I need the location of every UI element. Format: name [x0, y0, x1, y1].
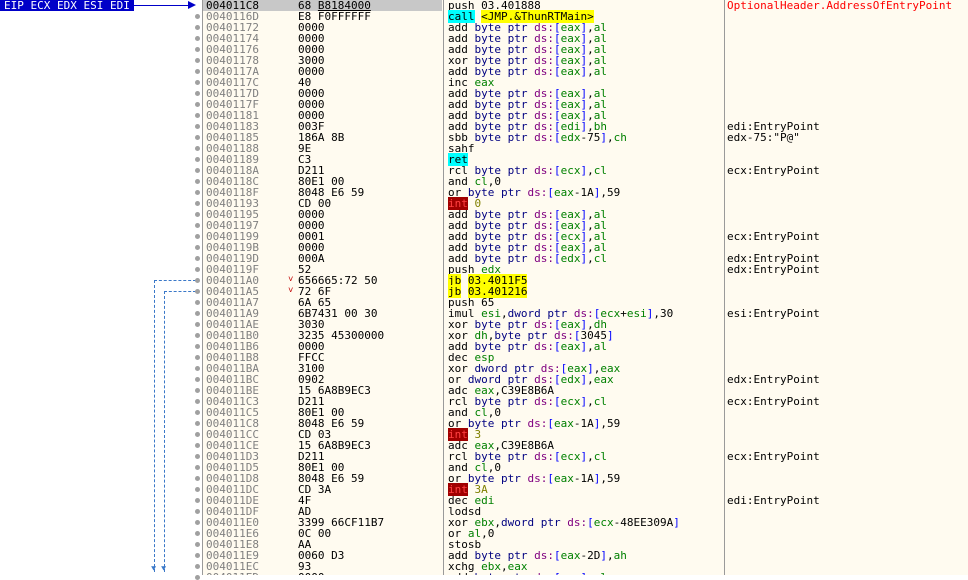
breakpoint-dot-icon[interactable]	[195, 509, 200, 514]
breakpoint-dot-icon[interactable]	[195, 124, 200, 129]
jump-line-outer-head	[154, 280, 196, 281]
jump-down-arrow-icon: ⯆	[160, 565, 168, 575]
breakpoint-dot-icon[interactable]	[195, 520, 200, 525]
eip-arrow-head-icon	[188, 1, 196, 9]
instruction-comment: OptionalHeader.AddressOfEntryPoint	[727, 0, 953, 12]
instruction-comment: edx-75:"P@"	[727, 131, 800, 144]
instruction-comment: ecx:EntryPoint	[727, 164, 820, 177]
jump-line-inner-head	[164, 291, 196, 292]
breakpoint-dot-icon[interactable]	[195, 542, 200, 547]
breakpoint-dot-icon[interactable]	[195, 14, 200, 19]
breakpoint-dot-icon[interactable]	[195, 69, 200, 74]
breakpoint-dot-icon[interactable]	[195, 190, 200, 195]
breakpoint-dot-icon[interactable]	[195, 47, 200, 52]
jump-line-inner	[164, 291, 165, 572]
register-label: EIP ECX EDX ESI EDI	[0, 0, 134, 11]
breakpoint-dot-icon[interactable]	[195, 80, 200, 85]
jump-down-arrow-icon: ⯆	[150, 565, 158, 575]
breakpoint-dot-icon[interactable]	[195, 146, 200, 151]
eip-arrow-line	[134, 5, 190, 6]
column-divider	[443, 0, 444, 575]
breakpoint-dot-icon[interactable]	[195, 267, 200, 272]
breakpoint-dot-icon[interactable]	[195, 322, 200, 327]
breakpoint-dot-icon[interactable]	[195, 487, 200, 492]
breakpoint-dot-icon[interactable]	[195, 300, 200, 305]
breakpoint-dot-icon[interactable]	[195, 388, 200, 393]
breakpoint-dot-icon[interactable]	[195, 91, 200, 96]
jump-line-outer	[154, 280, 155, 572]
jump-gutter: EIP ECX EDX ESI EDI ⯆ ⯆	[0, 0, 202, 580]
breakpoint-dot-icon[interactable]	[195, 531, 200, 536]
breakpoint-dot-icon[interactable]	[195, 432, 200, 437]
column-divider	[724, 0, 725, 575]
instruction-row[interactable]: 004011E6 0C 00 or al,0	[202, 528, 968, 539]
instruction-row[interactable]: 004011E9 0060 D3 add byte ptr ds:[eax-2D],…	[202, 550, 968, 561]
breakpoint-dot-icon[interactable]	[195, 25, 200, 30]
instruction-row[interactable]: 00401185 186A 8B sbb byte ptr ds:[edx-75],…	[202, 132, 968, 143]
instruction-row[interactable]: 0040119D 000A add byte ptr ds:[edx],cl edx:…	[202, 253, 968, 264]
breakpoint-dot-icon[interactable]	[195, 399, 200, 404]
breakpoint-dot-icon[interactable]	[195, 256, 200, 261]
breakpoint-dot-icon[interactable]	[195, 575, 200, 580]
breakpoint-dot-icon[interactable]	[195, 168, 200, 173]
breakpoint-dot-icon[interactable]	[195, 421, 200, 426]
breakpoint-dot-icon[interactable]	[195, 553, 200, 558]
breakpoint-dot-icon[interactable]	[195, 245, 200, 250]
instruction-row[interactable]: 00401188 9E sahf	[202, 143, 968, 154]
breakpoint-dot-icon[interactable]	[195, 135, 200, 140]
breakpoint-dot-icon[interactable]	[195, 36, 200, 41]
breakpoint-dot-icon[interactable]	[195, 234, 200, 239]
jump-chevron-down-icon: ˅	[288, 275, 294, 285]
breakpoint-dot-icon[interactable]	[195, 476, 200, 481]
breakpoint-dot-icon[interactable]	[195, 102, 200, 107]
breakpoint-dot-icon[interactable]	[195, 311, 200, 316]
breakpoint-dot-icon[interactable]	[195, 179, 200, 184]
instruction-row[interactable]: 004011DE 4F dec edi edi:EntryPoint	[202, 495, 968, 506]
breakpoint-dot-icon[interactable]	[195, 223, 200, 228]
instruction-comment: ecx:EntryPoint	[727, 450, 820, 463]
instruction-row[interactable]: 0040117A 0000 add byte ptr ds:[eax],al	[202, 66, 968, 77]
breakpoint-dot-icon[interactable]	[195, 410, 200, 415]
breakpoint-dot-icon[interactable]	[195, 333, 200, 338]
breakpoint-dot-icon[interactable]	[195, 58, 200, 63]
instruction-disassembly: sbb byte ptr ds:[edx-75],ch	[448, 131, 627, 144]
instruction-comment: edx:EntryPoint	[727, 263, 820, 276]
instruction-comment: edx:EntryPoint	[727, 373, 820, 386]
instruction-comment: ecx:EntryPoint	[727, 230, 820, 243]
breakpoint-dot-icon[interactable]	[195, 113, 200, 118]
instruction-comment: esi:EntryPoint	[727, 307, 820, 320]
breakpoint-dot-icon[interactable]	[195, 454, 200, 459]
breakpoint-dot-icon[interactable]	[195, 289, 200, 294]
breakpoint-dot-icon[interactable]	[195, 344, 200, 349]
disassembly-view[interactable]: 004011C8 68 B8184000 push 03.401888 Optiona…	[202, 0, 968, 575]
breakpoint-dot-icon[interactable]	[195, 355, 200, 360]
breakpoint-dot-icon[interactable]	[195, 498, 200, 503]
breakpoint-dot-icon[interactable]	[195, 157, 200, 162]
breakpoint-dot-icon[interactable]	[195, 212, 200, 217]
breakpoint-dot-icon[interactable]	[195, 278, 200, 283]
breakpoint-dot-icon[interactable]	[195, 465, 200, 470]
instruction-row[interactable]: 004011DC CD 3A int 3A	[202, 483, 968, 496]
breakpoint-dot-icon[interactable]	[195, 201, 200, 206]
breakpoint-dot-icon[interactable]	[195, 366, 200, 371]
column-divider	[202, 0, 203, 575]
jump-chevron-down-icon: ˅	[288, 286, 294, 296]
breakpoint-dot-icon[interactable]	[195, 564, 200, 569]
breakpoint-dot-icon[interactable]	[195, 443, 200, 448]
breakpoint-dot-icon[interactable]	[195, 377, 200, 382]
instruction-comment: ecx:EntryPoint	[727, 395, 820, 408]
instruction-comment: edi:EntryPoint	[727, 494, 820, 507]
